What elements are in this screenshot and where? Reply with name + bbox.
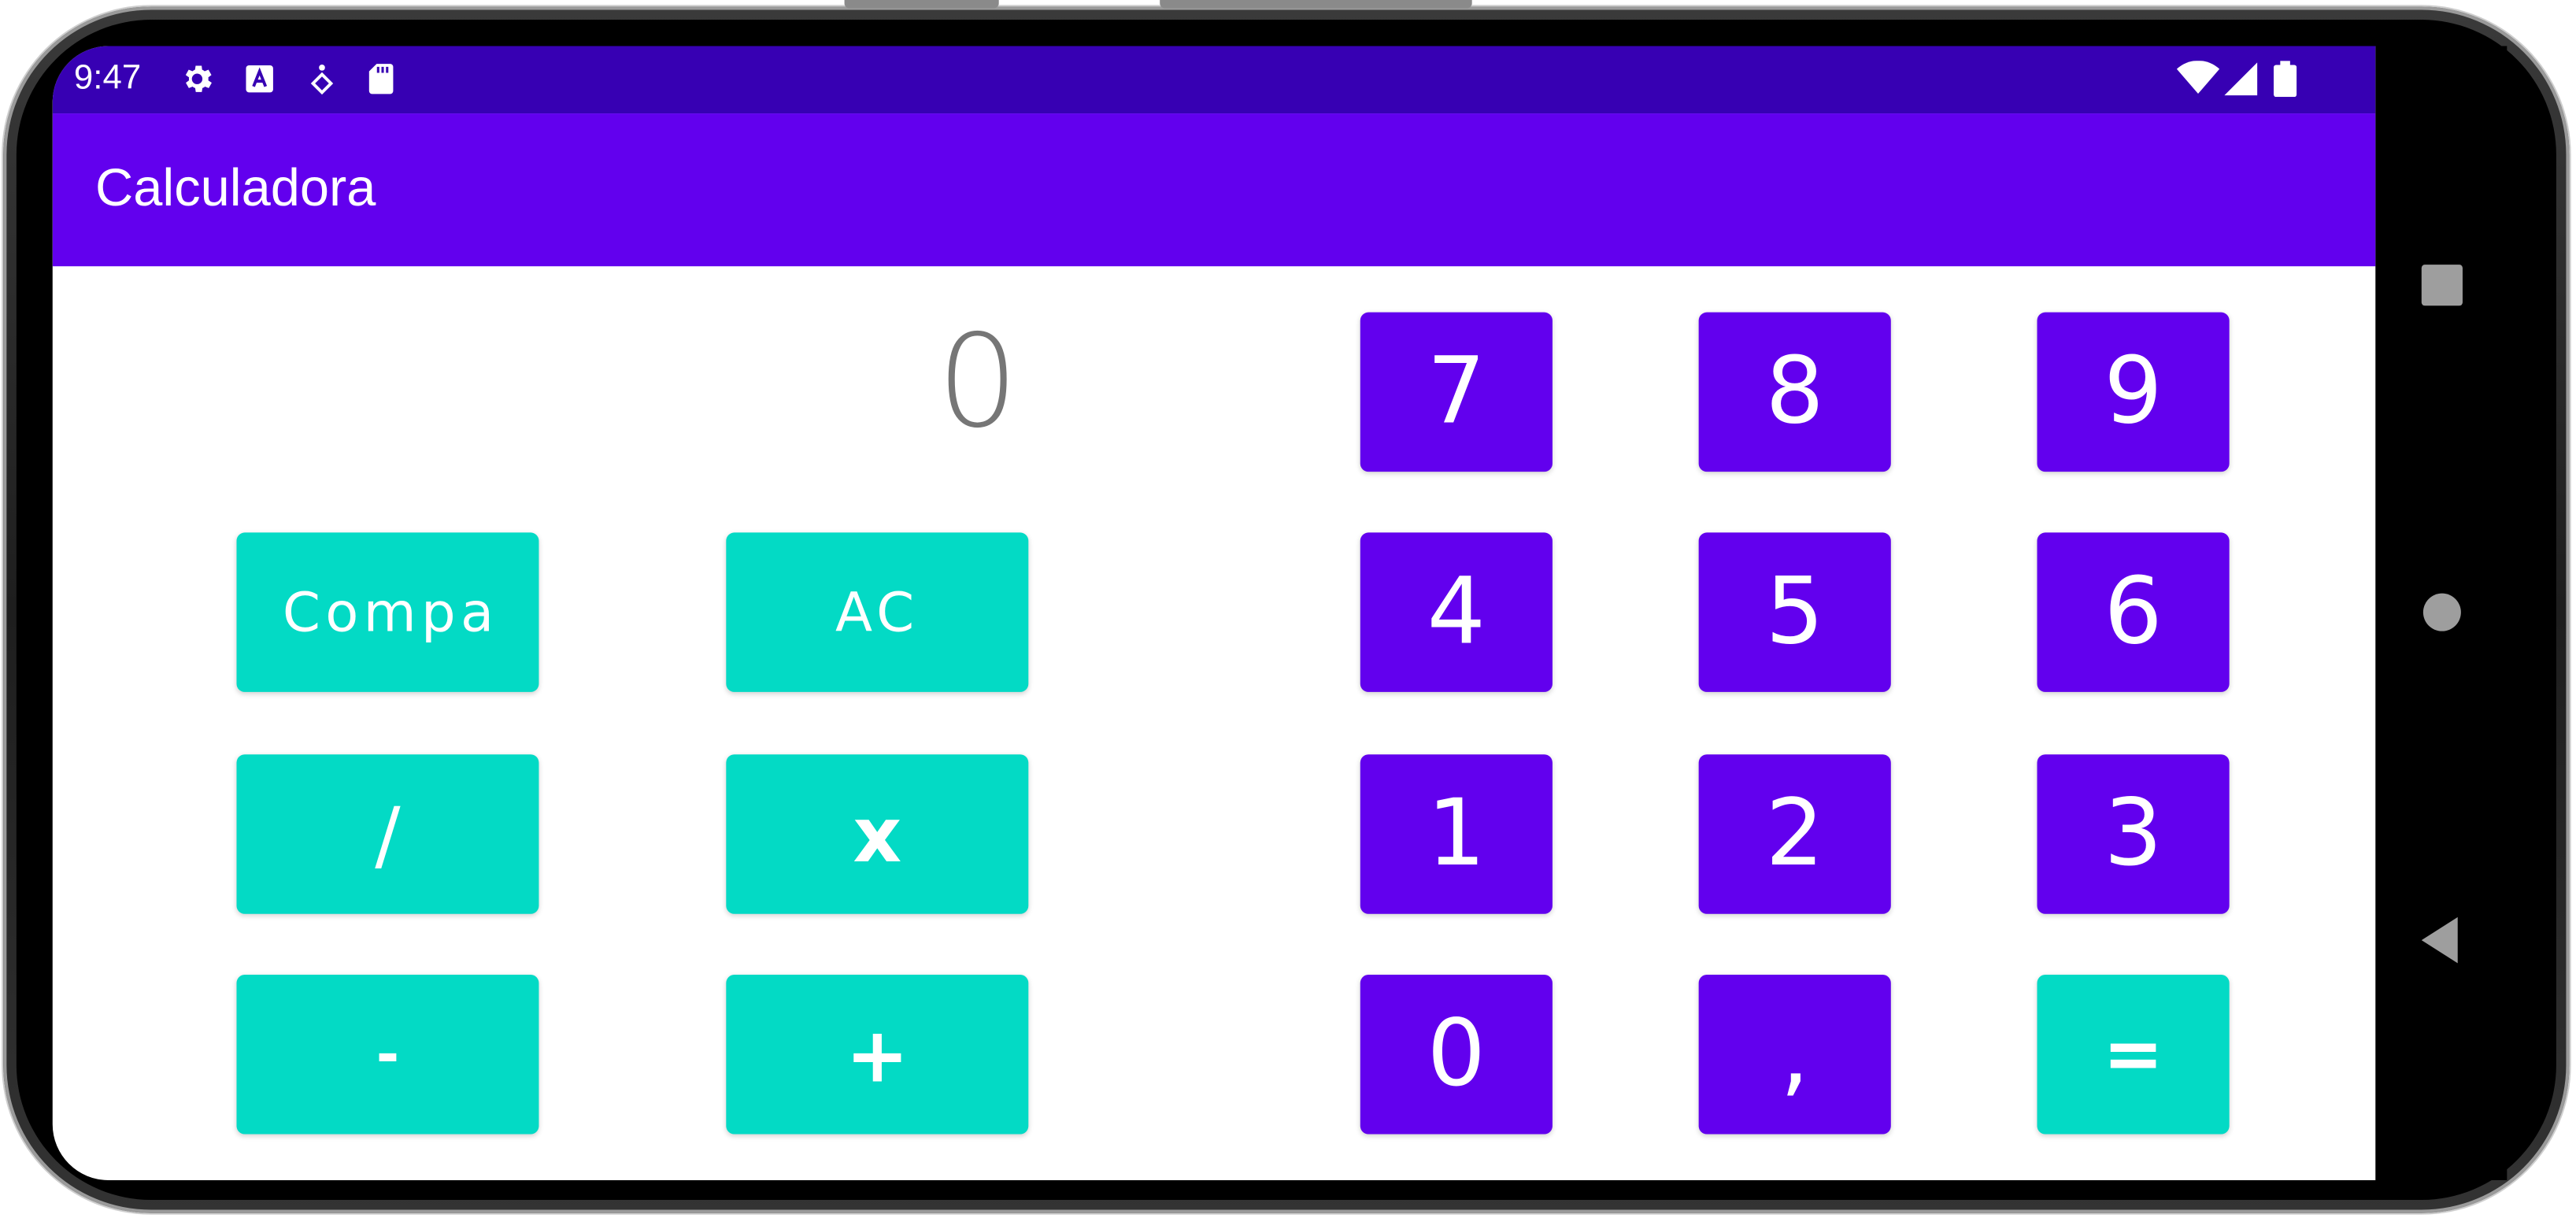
digit-5-button[interactable]: 5	[1698, 532, 1891, 692]
subtract-button[interactable]: -	[236, 975, 539, 1135]
app-title: Calculadora	[95, 157, 376, 217]
digit-2-button[interactable]: 2	[1698, 754, 1891, 914]
digit-4-button[interactable]: 4	[1360, 532, 1553, 692]
back-triangle-icon[interactable]	[2421, 916, 2458, 964]
digit-3-button[interactable]: 3	[2037, 754, 2230, 914]
digit-1-button[interactable]: 1	[1360, 754, 1553, 914]
text-a-icon	[242, 61, 278, 97]
accessibility-icon	[304, 61, 340, 97]
decimal-comma-button[interactable]: ,	[1698, 975, 1891, 1135]
wifi-icon	[2176, 60, 2220, 97]
app-screen: 9:47 Calculadora 0 Comp AC / x - + 7 8 9…	[52, 46, 2376, 1180]
add-button[interactable]: +	[726, 975, 1029, 1135]
status-bar: 9:47	[52, 46, 2376, 114]
digit-7-button[interactable]: 7	[1360, 312, 1553, 472]
clear-button[interactable]: AC	[726, 532, 1029, 692]
status-time: 9:47	[73, 59, 142, 98]
share-button-label: Compartir	[282, 579, 493, 645]
navigation-bar	[2375, 46, 2508, 1180]
equals-button[interactable]: =	[2037, 975, 2230, 1135]
home-circle-icon[interactable]	[2422, 593, 2461, 631]
digit-0-button[interactable]: 0	[1360, 975, 1553, 1135]
result-display: 0	[937, 309, 1019, 457]
volume-button	[844, 0, 999, 9]
settings-icon	[179, 61, 215, 97]
power-button	[1160, 0, 1472, 9]
battery-icon	[2273, 61, 2297, 98]
digit-6-button[interactable]: 6	[2037, 532, 2230, 692]
device-viewport: 9:47 Calculadora 0 Comp AC / x - + 7 8 9…	[0, 0, 2576, 1218]
sd-card-icon	[363, 61, 399, 97]
app-bar: Calculadora	[52, 113, 2376, 267]
recents-square-icon[interactable]	[2421, 265, 2463, 306]
signal-icon	[2223, 61, 2259, 97]
share-button[interactable]: Compartir	[236, 532, 539, 692]
digit-9-button[interactable]: 9	[2037, 312, 2230, 472]
digit-8-button[interactable]: 8	[1698, 312, 1891, 472]
divide-button[interactable]: /	[236, 754, 539, 914]
multiply-button[interactable]: x	[726, 754, 1029, 914]
